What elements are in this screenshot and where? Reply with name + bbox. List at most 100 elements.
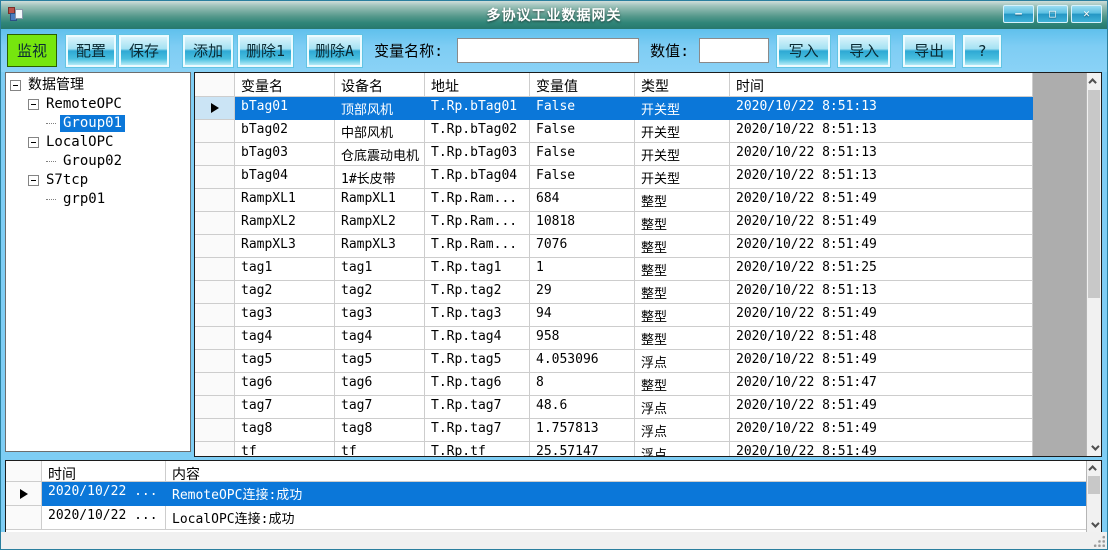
tree-node[interactable]: LocalOPC [6, 133, 190, 152]
row-header[interactable] [195, 258, 235, 281]
maximize-button[interactable]: □ [1037, 5, 1068, 23]
tree-node[interactable]: Group02 [6, 152, 190, 171]
cell-time: 2020/10/22 8:51:47 [730, 373, 1033, 396]
collapse-icon[interactable] [10, 80, 21, 91]
column-header[interactable]: 类型 [635, 73, 730, 97]
log-row-header[interactable] [6, 482, 42, 506]
help-button[interactable]: ? [963, 35, 1001, 67]
tree-node-label[interactable]: S7tcp [43, 172, 91, 189]
tree-node-label[interactable]: Group02 [60, 153, 125, 170]
add-button[interactable]: 添加 [183, 35, 233, 67]
tree-node[interactable]: S7tcp [6, 171, 190, 190]
value-input[interactable] [699, 38, 769, 63]
row-header[interactable] [195, 97, 235, 120]
cell-address: T.Rp.Ram... [425, 235, 530, 258]
cell-type: 开关型 [635, 120, 730, 143]
table-row[interactable]: bTag03 仓底震动电机 T.Rp.bTag03 False 开关型 2020… [195, 143, 1086, 166]
table-row[interactable]: tag8 tag8 T.Rp.tag7 1.757813 浮点 2020/10/… [195, 419, 1086, 442]
row-header[interactable] [195, 373, 235, 396]
column-header[interactable]: 地址 [425, 73, 530, 97]
row-header[interactable] [195, 442, 235, 456]
row-header[interactable] [195, 189, 235, 212]
cell-type: 整型 [635, 373, 730, 396]
log-row[interactable]: 2020/10/22 ... LocalOPC连接:成功 [6, 506, 1086, 530]
table-row[interactable]: tag1 tag1 T.Rp.tag1 1 整型 2020/10/22 8:51… [195, 258, 1086, 281]
scroll-down-icon[interactable] [1087, 440, 1101, 456]
column-header[interactable]: 设备名 [335, 73, 425, 97]
scroll-up-icon[interactable] [1087, 461, 1101, 475]
tree-node-label[interactable]: RemoteOPC [43, 96, 125, 113]
row-header[interactable] [195, 143, 235, 166]
cell-type: 整型 [635, 235, 730, 258]
row-header[interactable] [195, 304, 235, 327]
tree-node[interactable]: 数据管理 [6, 76, 190, 95]
tree-node-label[interactable]: grp01 [60, 191, 108, 208]
table-row[interactable]: tf tf T.Rp.tf 25.57147 浮点 2020/10/22 8:5… [195, 442, 1086, 456]
table-row[interactable]: tag2 tag2 T.Rp.tag2 29 整型 2020/10/22 8:5… [195, 281, 1086, 304]
row-header[interactable] [195, 120, 235, 143]
export-button[interactable]: 导出 [903, 35, 955, 67]
collapse-icon[interactable] [28, 137, 39, 148]
tree-node-label[interactable]: LocalOPC [43, 134, 116, 151]
table-row[interactable]: bTag04 1#长皮带 T.Rp.bTag04 False 开关型 2020/… [195, 166, 1086, 189]
row-header[interactable] [195, 419, 235, 442]
cell-value: False [530, 97, 635, 120]
write-button[interactable]: 写入 [777, 35, 830, 67]
table-row[interactable]: tag5 tag5 T.Rp.tag5 4.053096 浮点 2020/10/… [195, 350, 1086, 373]
tree-node-label[interactable]: 数据管理 [25, 77, 87, 94]
row-header[interactable] [195, 166, 235, 189]
row-header[interactable] [195, 212, 235, 235]
row-header[interactable] [195, 396, 235, 419]
row-filler [1033, 350, 1086, 373]
scrollbar-thumb[interactable] [1088, 476, 1100, 494]
column-header[interactable]: 时间 [730, 73, 1033, 97]
delete-all-button[interactable]: 删除A [307, 35, 362, 67]
cell-device-name: RampXL1 [335, 189, 425, 212]
table-row[interactable]: tag7 tag7 T.Rp.tag7 48.6 浮点 2020/10/22 8… [195, 396, 1086, 419]
log-vertical-scrollbar[interactable] [1086, 461, 1101, 532]
table-row[interactable]: tag6 tag6 T.Rp.tag6 8 整型 2020/10/22 8:51… [195, 373, 1086, 396]
delete-one-button[interactable]: 删除1 [238, 35, 293, 67]
cell-variable-name: bTag03 [235, 143, 335, 166]
config-button[interactable]: 配置 [66, 35, 116, 67]
tree-node-label[interactable]: Group01 [60, 115, 125, 132]
variable-name-input[interactable] [457, 38, 639, 63]
close-button[interactable]: ✕ [1071, 5, 1102, 23]
tree-node[interactable]: Group01 [6, 114, 190, 133]
log-row-header[interactable] [6, 506, 42, 530]
resize-grip[interactable] [1092, 534, 1105, 547]
row-filler [1033, 442, 1086, 456]
grid-vertical-scrollbar[interactable] [1086, 73, 1101, 456]
import-button[interactable]: 导入 [838, 35, 890, 67]
current-row-arrow-icon [211, 103, 219, 113]
log-column-header[interactable]: 时间 [42, 461, 166, 482]
grid-header-row: 变量名 设备名 地址 变量值 类型 时间 [195, 73, 1086, 97]
row-header[interactable] [195, 235, 235, 258]
collapse-icon[interactable] [28, 175, 39, 186]
row-header[interactable] [195, 350, 235, 373]
tree-node[interactable]: grp01 [6, 190, 190, 209]
cell-variable-name: tag5 [235, 350, 335, 373]
row-header[interactable] [195, 281, 235, 304]
table-row[interactable]: RampXL1 RampXL1 T.Rp.Ram... 684 整型 2020/… [195, 189, 1086, 212]
scroll-down-icon[interactable] [1087, 518, 1101, 532]
save-button[interactable]: 保存 [119, 35, 169, 67]
monitor-button[interactable]: 监视 [7, 34, 57, 67]
table-row[interactable]: bTag01 顶部风机 T.Rp.bTag01 False 开关型 2020/1… [195, 97, 1086, 120]
scrollbar-thumb[interactable] [1088, 90, 1100, 298]
minimize-button[interactable]: – [1003, 5, 1034, 23]
scroll-up-icon[interactable] [1087, 73, 1101, 89]
value-label: 数值: [650, 40, 689, 61]
table-row[interactable]: RampXL3 RampXL3 T.Rp.Ram... 7076 整型 2020… [195, 235, 1086, 258]
column-header[interactable]: 变量名 [235, 73, 335, 97]
log-row[interactable]: 2020/10/22 ... RemoteOPC连接:成功 [6, 482, 1086, 506]
table-row[interactable]: tag4 tag4 T.Rp.tag4 958 整型 2020/10/22 8:… [195, 327, 1086, 350]
row-header[interactable] [195, 327, 235, 350]
tree-node[interactable]: RemoteOPC [6, 95, 190, 114]
collapse-icon[interactable] [28, 99, 39, 110]
column-header[interactable]: 变量值 [530, 73, 635, 97]
log-column-header[interactable]: 内容 [166, 461, 1086, 482]
table-row[interactable]: tag3 tag3 T.Rp.tag3 94 整型 2020/10/22 8:5… [195, 304, 1086, 327]
table-row[interactable]: bTag02 中部风机 T.Rp.bTag02 False 开关型 2020/1… [195, 120, 1086, 143]
table-row[interactable]: RampXL2 RampXL2 T.Rp.Ram... 10818 整型 202… [195, 212, 1086, 235]
